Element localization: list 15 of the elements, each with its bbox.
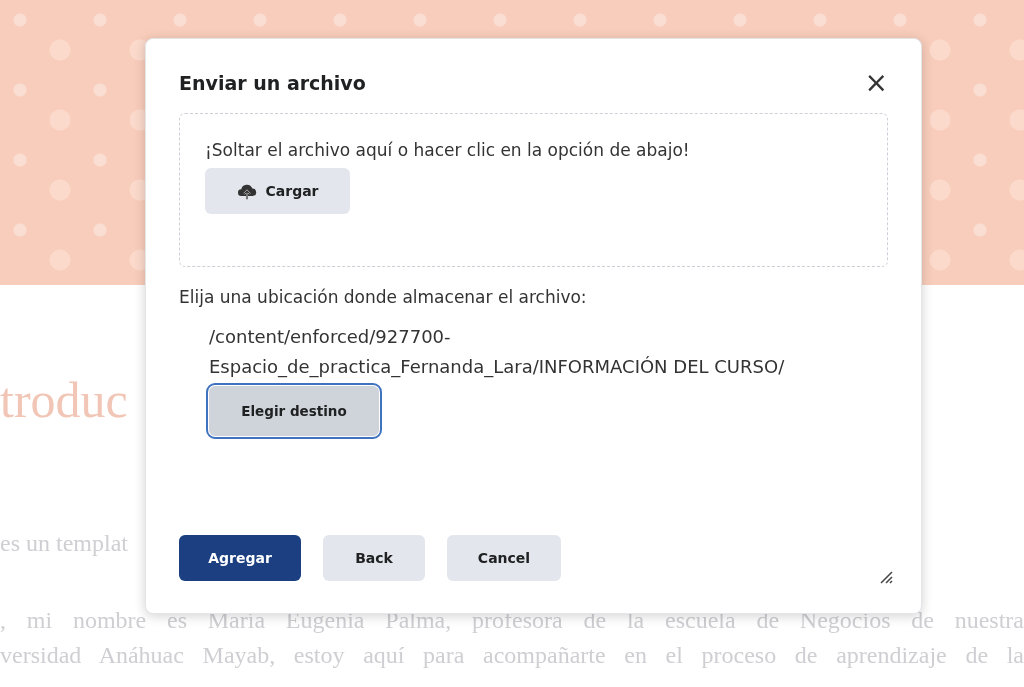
- drop-message: ¡Soltar el archivo aquí o hacer clic en la opción de abajo!: [205, 140, 691, 160]
- resize-grip-icon: [879, 570, 893, 584]
- close-button[interactable]: ×: [864, 69, 888, 97]
- dialog-button[interactable]: Back: [323, 535, 425, 581]
- choose-destination-button[interactable]: Elegir destino: [209, 386, 379, 436]
- cloud-upload-icon: [236, 182, 257, 200]
- dialog-button[interactable]: Cancel: [447, 535, 561, 581]
- dialog-button[interactable]: Agregar: [179, 535, 301, 581]
- path-text: Espacio_de_practica_Fernanda_Lara/INFORMACIÓN DEL CURSO/: [209, 355, 786, 380]
- drop-zone[interactable]: ¡Soltar el archivo aquí o hacer clic en la opción de abajo! Cargar: [179, 113, 888, 267]
- location-label: Elija una ubicación donde almacenar el archivo:: [179, 287, 588, 307]
- dialog-title: Enviar un archivo: [179, 72, 366, 94]
- path-text: /content/enforced/927700-: [209, 325, 452, 349]
- upload-button[interactable]: Cargar: [205, 168, 350, 214]
- page-heading: troduc: [0, 375, 128, 425]
